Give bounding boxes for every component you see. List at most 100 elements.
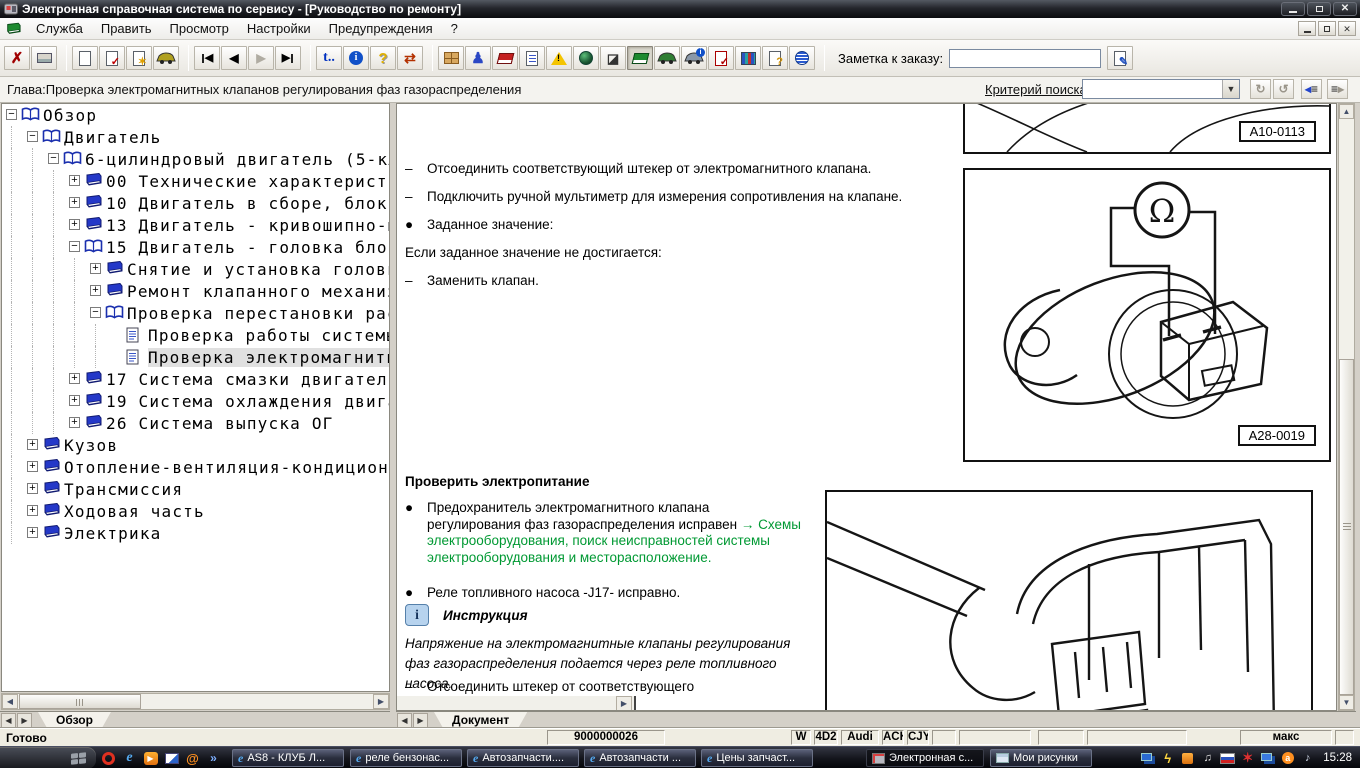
list-icon[interactable] — [519, 46, 545, 70]
expand-toggle-icon[interactable]: + — [27, 461, 38, 472]
network2-icon[interactable] — [1260, 751, 1275, 766]
tree-item-label[interactable]: Проверка электромагнитных — [148, 348, 390, 367]
tree-item[interactable]: +26 Система выпуска ОГ — [2, 412, 389, 434]
expand-toggle-icon[interactable]: + — [27, 527, 38, 538]
tree-item[interactable]: + Трансмиссия — [2, 478, 389, 500]
tree-item[interactable]: −15 Двигатель - головка блока, — [2, 236, 389, 258]
list-back-icon[interactable]: ◂≡ — [1301, 79, 1322, 99]
collapse-toggle-icon[interactable]: − — [6, 109, 17, 120]
tree-horizontal-scrollbar[interactable]: ◀ ▶ — [1, 693, 390, 710]
search-prev-icon[interactable]: ↻ — [1250, 79, 1271, 99]
new-document-icon[interactable] — [72, 46, 98, 70]
send-note-icon[interactable]: ✎ — [1107, 46, 1133, 70]
tree-item[interactable]: +Кузов — [2, 434, 389, 456]
tree-item-label[interactable]: 19 Система охлаждения двигате — [106, 392, 390, 411]
forward-icon[interactable]: ▶ — [248, 46, 274, 70]
tree-item-label[interactable]: Проверка перестановки распр — [127, 304, 390, 323]
collapse-toggle-icon[interactable]: − — [27, 131, 38, 142]
tree-item-label[interactable]: 13 Двигатель - кривошипно-шат — [106, 216, 390, 235]
tree-item[interactable]: Проверка работы системы и — [2, 324, 389, 346]
tree-item[interactable]: + Отопление-вентиляция-кондиционир — [2, 456, 389, 478]
scroll-right-icon[interactable]: ▶ — [616, 696, 632, 711]
scroll-left-icon[interactable]: ◀ — [2, 694, 18, 709]
list-forward-icon[interactable]: ≡▸ — [1327, 79, 1348, 99]
first-icon[interactable]: ◀ — [194, 46, 220, 70]
scroll-up-icon[interactable]: ▲ — [1339, 104, 1354, 119]
collapse-toggle-icon[interactable]: − — [48, 153, 59, 164]
tab-scroll-right-icon[interactable]: ▶ — [17, 713, 32, 728]
tree-item-label[interactable]: Снятие и установка головки — [127, 260, 390, 279]
tree-item[interactable]: +19 Система охлаждения двигате — [2, 390, 389, 412]
expand-toggle-icon[interactable]: + — [69, 395, 80, 406]
tree-item[interactable]: +10 Двигатель в сборе, блок ци — [2, 192, 389, 214]
close-button[interactable]: ✕ — [1333, 2, 1357, 16]
globe-icon[interactable] — [573, 46, 599, 70]
tree-item[interactable]: Проверка электромагнитных — [2, 346, 389, 368]
expand-toggle-icon[interactable]: + — [27, 483, 38, 494]
tree-item-label[interactable]: Проверка работы системы и — [148, 326, 390, 345]
checklist-icon[interactable]: ✓ — [708, 46, 734, 70]
tree-item-label[interactable]: Отопление-вентиляция-кондиционир — [64, 458, 390, 477]
tree-item[interactable]: −Проверка перестановки распр — [2, 302, 389, 324]
menu-item-0[interactable]: Служба — [27, 19, 92, 38]
exit-icon[interactable]: ✗ — [4, 46, 30, 70]
expand-toggle-icon[interactable]: + — [90, 285, 101, 296]
opera-icon[interactable] — [100, 750, 117, 767]
search-next-icon[interactable]: ↺ — [1273, 79, 1294, 99]
tab-overview[interactable]: Обзор — [38, 712, 111, 728]
mdi-close-button[interactable]: ✕ — [1338, 21, 1356, 36]
menu-item-2[interactable]: Просмотр — [161, 19, 238, 38]
tree-item[interactable]: −6-цилиндровый двигатель (5-клап — [2, 148, 389, 170]
print-icon[interactable] — [31, 46, 57, 70]
taskbar-task[interactable]: Электронная с... — [866, 749, 984, 767]
combo-dropdown-icon[interactable]: ▼ — [1222, 80, 1239, 98]
gauge-icon[interactable]: ◪ — [600, 46, 626, 70]
mdi-minimize-button[interactable] — [1298, 21, 1316, 36]
tree-item-label[interactable]: Трансмиссия — [64, 480, 183, 499]
globe-lines-icon[interactable] — [789, 46, 815, 70]
menu-item-3[interactable]: Настройки — [238, 19, 320, 38]
media-player-icon[interactable]: ▶ — [142, 750, 159, 767]
tree-item[interactable]: +Ходовая часть — [2, 500, 389, 522]
expand-toggle-icon[interactable]: + — [90, 263, 101, 274]
scrollbar-thumb[interactable] — [19, 694, 141, 709]
taskbar-clock[interactable]: 15:28 — [1323, 752, 1352, 764]
taskbar-task[interactable]: eреле бензонас... — [350, 749, 462, 767]
antivirus-icon[interactable]: ✶ — [1240, 751, 1255, 766]
document-horizontal-scrollbar[interactable]: ▶ — [397, 696, 636, 711]
tree-item-label[interactable]: Кузов — [64, 436, 118, 455]
expand-toggle-icon[interactable]: + — [69, 197, 80, 208]
tree-item[interactable]: +Электрика — [2, 522, 389, 544]
tree-item[interactable]: +00 Технические характеристики — [2, 170, 389, 192]
parcel-icon[interactable] — [438, 46, 464, 70]
tree-item[interactable]: + Снятие и установка головки — [2, 258, 389, 280]
expand-toggle-icon[interactable]: + — [69, 417, 80, 428]
menu-item-5[interactable]: ? — [442, 19, 467, 38]
vehicle-icon[interactable] — [153, 46, 179, 70]
minimize-button[interactable] — [1281, 2, 1305, 16]
network-icon[interactable] — [1140, 751, 1155, 766]
search-criteria-combobox[interactable]: ▼ — [1082, 79, 1240, 99]
tree-item-label[interactable]: Двигатель — [64, 128, 162, 147]
keyboard-ru-icon[interactable] — [1220, 751, 1235, 766]
taskbar-task[interactable]: eЦены запчаст... — [701, 749, 813, 767]
power-icon[interactable]: ϟ — [1160, 751, 1175, 766]
new-note-icon[interactable]: ✶ — [126, 46, 152, 70]
warning-icon[interactable]: ! — [546, 46, 572, 70]
red-book-icon[interactable] — [492, 46, 518, 70]
tree-item[interactable]: +13 Двигатель - кривошипно-шат — [2, 214, 389, 236]
bookshelf-icon[interactable] — [735, 46, 761, 70]
mdi-restore-button[interactable] — [1318, 21, 1336, 36]
tree-item-label[interactable]: 15 Двигатель - головка блока, — [106, 238, 390, 257]
help-icon[interactable]: ? — [370, 46, 396, 70]
taskbar-task[interactable]: Мои рисунки — [990, 749, 1092, 767]
expand-toggle-icon[interactable]: + — [69, 219, 80, 230]
menu-item-1[interactable]: Править — [92, 19, 161, 38]
info-icon[interactable]: i — [343, 46, 369, 70]
tree-item[interactable]: −Обзор — [2, 104, 389, 126]
tab-scroll-left-icon[interactable]: ◀ — [397, 713, 412, 728]
tree-item-label[interactable]: 10 Двигатель в сборе, блок ци — [106, 194, 390, 213]
tree-item[interactable]: +Ремонт клапанного механизма — [2, 280, 389, 302]
doc-question-icon[interactable]: ? — [762, 46, 788, 70]
tree-item[interactable]: − Двигатель — [2, 126, 389, 148]
